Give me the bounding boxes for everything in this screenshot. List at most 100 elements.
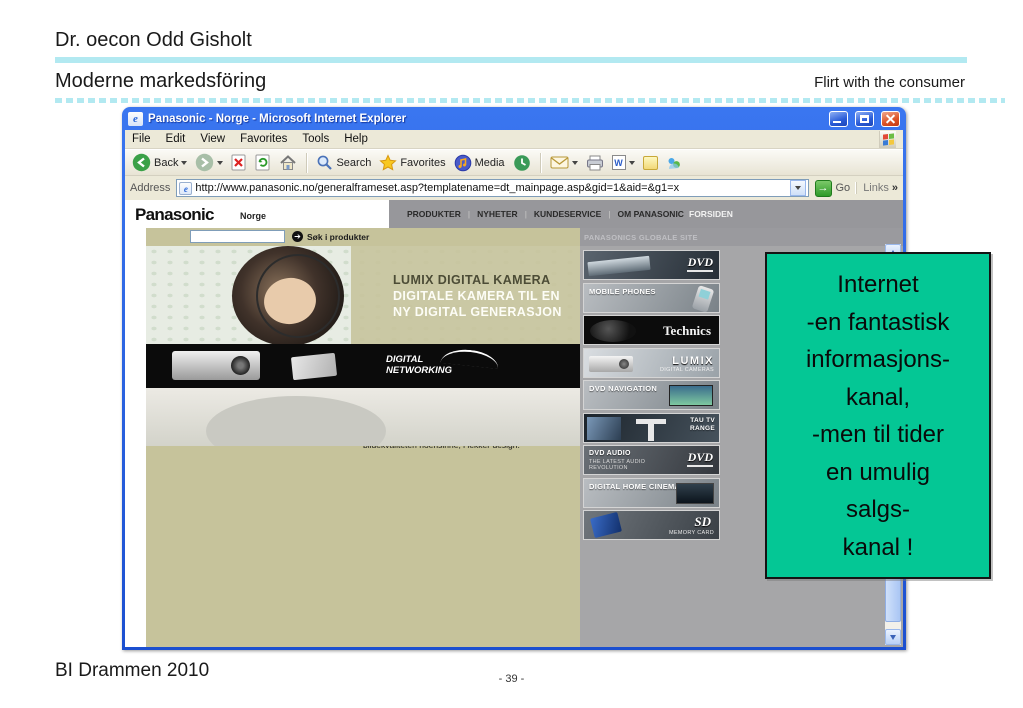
- address-dropdown-button[interactable]: [789, 180, 806, 196]
- home-icon: [280, 155, 297, 170]
- sd-card-image: [589, 511, 623, 539]
- page-number: - 39 -: [498, 673, 525, 685]
- address-caret-icon: [794, 186, 801, 190]
- mail-icon: [550, 156, 569, 169]
- scroll-down-button[interactable]: [885, 629, 901, 645]
- back-caret-icon[interactable]: [181, 160, 188, 165]
- nav-om-panasonic[interactable]: OM PANASONIC: [618, 209, 684, 219]
- technics-logo: Technics: [663, 323, 711, 338]
- annotation-line: -men til tider: [811, 421, 945, 448]
- stop-button[interactable]: [229, 153, 249, 172]
- stop-icon: [231, 154, 246, 171]
- tile-sublabel: THE LATEST AUDIO REVOLUTION: [589, 459, 646, 471]
- maximize-button[interactable]: [855, 110, 874, 127]
- mail-caret-icon[interactable]: [571, 160, 578, 165]
- tile-label: DIGITAL HOME CINEMA: [589, 481, 681, 491]
- links-button[interactable]: Links »: [856, 182, 898, 194]
- hero-banner[interactable]: LUMIX DIGITAL KAMERA DIGITALE KAMERA TIL…: [146, 246, 580, 446]
- messenger-icon: [668, 157, 680, 169]
- sd-card-image: [290, 352, 338, 381]
- product-tile-list: DVD MOBILE PHONES Technics LUMIX DIGITAL…: [583, 250, 720, 543]
- forward-caret-icon[interactable]: [217, 160, 224, 165]
- annotation-line: kanal !: [842, 533, 914, 561]
- tile-tau-tv[interactable]: TAU TV RANGE: [583, 412, 720, 443]
- window-title: Panasonic - Norge - Microsoft Internet E…: [148, 112, 407, 125]
- tile-sd-memory[interactable]: SD MEMORY CARD: [583, 510, 720, 540]
- photo-lower: [146, 388, 580, 446]
- go-arrow-icon: →: [814, 179, 832, 197]
- site-nav: PRODUKTER | NYHETER | KUNDESERVICE | OM …: [389, 200, 903, 228]
- banner-text: LUMIX DIGITAL KAMERA DIGITALE KAMERA TIL…: [393, 272, 562, 320]
- discuss-button[interactable]: [641, 155, 660, 171]
- search-button[interactable]: Search: [314, 153, 373, 172]
- menu-view[interactable]: View: [200, 133, 225, 145]
- go-button[interactable]: → Go: [814, 179, 851, 197]
- model-shoulder: [206, 396, 386, 446]
- tile-lumix[interactable]: LUMIX DIGITAL CAMERAS: [583, 347, 720, 378]
- lumix-camera-image: [589, 355, 633, 372]
- tile-dvd-navigation[interactable]: DVD NAVIGATION: [583, 380, 720, 410]
- tile-home-cinema[interactable]: DIGITAL HOME CINEMA: [583, 477, 720, 508]
- back-button[interactable]: Back: [130, 152, 189, 173]
- global-site-link[interactable]: PANASONICS GLOBALE SITE: [584, 233, 698, 242]
- annotation-line: salgs-: [845, 496, 911, 523]
- history-button[interactable]: [511, 153, 533, 173]
- refresh-button[interactable]: [253, 153, 273, 172]
- tile-sublabel: MEMORY CARD: [669, 530, 714, 536]
- nav-screen-image: [669, 385, 713, 406]
- nav-kundeservice[interactable]: KUNDESERVICE: [534, 209, 601, 219]
- menu-tools[interactable]: Tools: [302, 133, 329, 145]
- tile-dvd[interactable]: DVD: [583, 250, 720, 280]
- nav-separator: |: [608, 209, 611, 219]
- lumix-logo: LUMIX: [672, 354, 714, 367]
- history-icon: [513, 154, 530, 171]
- annotation-line: en umulig: [825, 458, 931, 486]
- slide-subtitle: Moderne markedsföring: [55, 70, 267, 92]
- address-label: Address: [130, 182, 171, 194]
- nav-separator: |: [524, 209, 527, 219]
- print-button[interactable]: [584, 154, 606, 172]
- tile-label: MOBILE PHONES: [589, 286, 656, 296]
- nav-produkter[interactable]: PRODUKTER: [407, 209, 461, 219]
- favorites-button[interactable]: Favorites: [377, 153, 447, 172]
- favorites-label: Favorites: [400, 156, 446, 169]
- title-bar[interactable]: e Panasonic - Norge - Microsoft Internet…: [125, 107, 903, 130]
- address-input[interactable]: [195, 182, 787, 194]
- menu-file[interactable]: File: [132, 133, 151, 145]
- turntable-image: [590, 320, 636, 342]
- product-search-label[interactable]: Søk i produkter: [307, 232, 369, 242]
- windows-logo: [879, 130, 896, 148]
- camera-lens: [231, 356, 250, 375]
- tau-tv-image: [587, 416, 621, 440]
- menu-edit[interactable]: Edit: [166, 133, 186, 145]
- nav-nyheter[interactable]: NYHETER: [477, 209, 518, 219]
- tile-label: TAU TV RANGE: [690, 416, 715, 433]
- edit-caret-icon[interactable]: [628, 160, 635, 165]
- tile-mobile-phones[interactable]: MOBILE PHONES: [583, 282, 720, 313]
- edit-word-button[interactable]: W: [610, 154, 637, 171]
- tile-technics[interactable]: Technics: [583, 315, 720, 345]
- media-button[interactable]: Media: [452, 153, 507, 173]
- banner-title: LUMIX DIGITAL KAMERA: [393, 273, 551, 287]
- product-search-input[interactable]: [190, 230, 285, 243]
- mail-button[interactable]: [548, 154, 580, 171]
- panasonic-logo[interactable]: Panasonic: [135, 205, 214, 225]
- messenger-button[interactable]: [664, 154, 684, 172]
- annotation-circle: [256, 254, 340, 338]
- page-favicon: e: [179, 181, 193, 195]
- menu-help[interactable]: Help: [344, 133, 368, 145]
- scroll-down-icon: [890, 634, 896, 640]
- menu-favorites[interactable]: Favorites: [240, 133, 287, 145]
- product-search-arrow-icon[interactable]: ➔: [292, 231, 303, 242]
- go-label: Go: [835, 182, 851, 194]
- minimize-button[interactable]: [829, 110, 848, 127]
- tile-dvd-audio[interactable]: DVD AUDIO THE LATEST AUDIO REVOLUTION DV…: [583, 445, 720, 475]
- home-button[interactable]: [277, 153, 299, 172]
- digital-networking-logo: DIGITAL NETWORKING: [386, 354, 452, 376]
- close-button[interactable]: [881, 110, 900, 127]
- note-icon: [642, 155, 658, 170]
- dvd-recorder-image: [587, 255, 651, 277]
- forward-button[interactable]: [193, 152, 225, 173]
- print-icon: [586, 155, 603, 170]
- nav-forsiden[interactable]: FORSIDEN: [689, 209, 733, 219]
